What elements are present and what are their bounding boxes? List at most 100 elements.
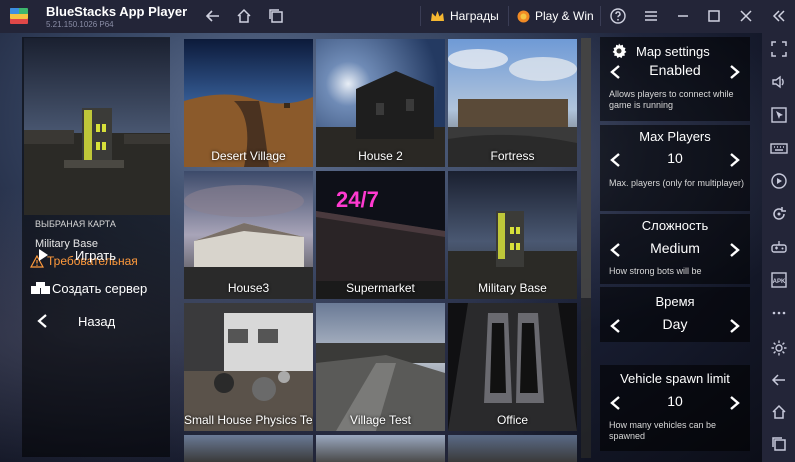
map-label: Fortress (490, 149, 535, 163)
map-list-scroll-thumb[interactable] (581, 38, 591, 298)
map-label: Military Base (478, 281, 547, 295)
server-selector: Enabled (600, 62, 750, 82)
game-viewport[interactable]: ВЫБРАНАЯ КАРТА Military Base Требователь… (0, 33, 762, 462)
back-label: Назад (78, 313, 116, 329)
minimize-icon[interactable] (674, 7, 692, 25)
collapse-sidebar-icon[interactable] (770, 7, 788, 25)
map-tile-house3[interactable]: House3 (184, 171, 313, 299)
rotate-icon[interactable] (770, 205, 788, 223)
app-title: BlueStacks App Player (46, 4, 188, 19)
more-icon[interactable] (770, 304, 788, 322)
time-selector: Day (600, 316, 750, 336)
server-value: Enabled (649, 62, 701, 78)
back-icon[interactable] (770, 371, 788, 389)
separator (600, 6, 601, 26)
selected-map-preview (24, 38, 170, 215)
settings-title: Map settings (636, 43, 710, 59)
home-icon[interactable] (235, 7, 253, 25)
map-label: Office (496, 413, 529, 427)
play-icon (39, 249, 48, 261)
chevron-left-icon (37, 314, 47, 328)
max-players-description: Max. players (only for multiplayer) (609, 178, 745, 188)
create-server-button[interactable]: Создать сервер (30, 276, 147, 300)
map-tile-partial[interactable] (184, 435, 313, 462)
coin-icon (517, 10, 530, 22)
map-tile-partial[interactable] (448, 435, 577, 462)
vehicles-value: 10 (667, 393, 683, 409)
recent-apps-icon[interactable] (267, 7, 285, 25)
back-button[interactable]: Назад (30, 309, 115, 333)
rewards-button[interactable]: Награды (430, 5, 499, 27)
map-tile-fortress[interactable]: Fortress (448, 39, 577, 167)
map-tile-military-base[interactable]: Military Base (448, 171, 577, 299)
svg-text:24/7: 24/7 (336, 187, 379, 212)
macro-icon[interactable] (770, 172, 788, 190)
gear-icon (612, 43, 627, 59)
difficulty-title: Сложность (641, 218, 709, 233)
play-label: Играть (75, 247, 116, 263)
home-icon[interactable] (770, 403, 788, 421)
map-tile-desert-village[interactable]: Desert Village (184, 39, 313, 167)
selected-map-heading: ВЫБРАНАЯ КАРТА (35, 219, 116, 229)
title-bar: BlueStacks App Player 5.21.150.1026 P64 … (0, 0, 795, 33)
menu-icon[interactable] (642, 7, 660, 25)
fullscreen-icon[interactable] (770, 40, 788, 58)
emulator-sidebar: APK (762, 33, 795, 462)
chevron-right-icon[interactable] (727, 242, 741, 258)
svg-text:APK: APK (773, 279, 786, 285)
settings-icon[interactable] (770, 339, 788, 357)
map-label: House3 (227, 281, 270, 295)
chevron-right-icon[interactable] (727, 318, 741, 334)
settings-header: Map settings (610, 41, 710, 61)
recent-apps-icon[interactable] (770, 435, 788, 453)
max-players-selector: 10 (600, 150, 750, 170)
difficulty-value: Medium (650, 240, 700, 256)
map-tile-house-2[interactable]: House 2 (316, 39, 445, 167)
server-icon (31, 282, 50, 294)
gamepad-icon[interactable] (770, 238, 788, 256)
close-icon[interactable] (737, 7, 755, 25)
bluestacks-logo-icon (10, 8, 28, 24)
server-description: Allows players to connect while game is … (609, 89, 734, 110)
time-title: Время (655, 294, 695, 309)
app-version: 5.21.150.1026 P64 (46, 20, 114, 29)
map-label: Desert Village (211, 149, 286, 163)
map-settings-panel: Map settings Enabled Allows players to c… (600, 37, 750, 457)
back-arrow-icon[interactable] (204, 7, 222, 25)
play-button[interactable]: Играть (30, 243, 116, 267)
map-label: House 2 (358, 149, 403, 163)
pointer-icon[interactable] (770, 106, 788, 124)
map-tile-supermarket[interactable]: 24/7 Supermarket (316, 171, 445, 299)
play-win-label: Play & Win (535, 9, 594, 23)
time-value: Day (662, 316, 688, 332)
rewards-label: Награды (450, 9, 499, 23)
crown-icon (431, 10, 444, 21)
create-server-label: Создать сервер (52, 280, 148, 296)
keyboard-icon[interactable] (770, 139, 788, 157)
max-players-value: 10 (667, 150, 683, 166)
volume-icon[interactable] (770, 73, 788, 91)
vehicles-selector: 10 (600, 393, 750, 413)
bluestacks-window: { "titlebar": { "app_title": "BlueStacks… (0, 0, 795, 462)
map-label: Supermarket (346, 281, 415, 295)
play-win-button[interactable]: Play & Win (517, 5, 594, 27)
map-label: Small House Physics Test (184, 413, 313, 427)
separator (420, 6, 421, 26)
chevron-right-icon[interactable] (727, 152, 741, 168)
vehicles-description: How many vehicles can be spawned (609, 420, 717, 441)
chevron-right-icon[interactable] (727, 64, 741, 80)
map-tile-small-house-physics-test[interactable]: Small House Physics Test (184, 303, 313, 431)
help-icon[interactable] (609, 7, 627, 25)
maximize-icon[interactable] (705, 7, 723, 25)
separator (508, 6, 509, 26)
map-tile-office[interactable]: Office (448, 303, 577, 431)
map-label: Village Test (350, 413, 411, 427)
map-tile-partial[interactable] (316, 435, 445, 462)
max-players-title: Max Players (639, 129, 711, 144)
difficulty-description: How strong bots will be (609, 266, 702, 276)
map-tile-village-test[interactable]: Village Test (316, 303, 445, 431)
vehicles-title: Vehicle spawn limit (620, 371, 730, 386)
difficulty-selector: Medium (600, 240, 750, 260)
apk-icon[interactable]: APK (770, 271, 788, 289)
chevron-right-icon[interactable] (727, 395, 741, 411)
